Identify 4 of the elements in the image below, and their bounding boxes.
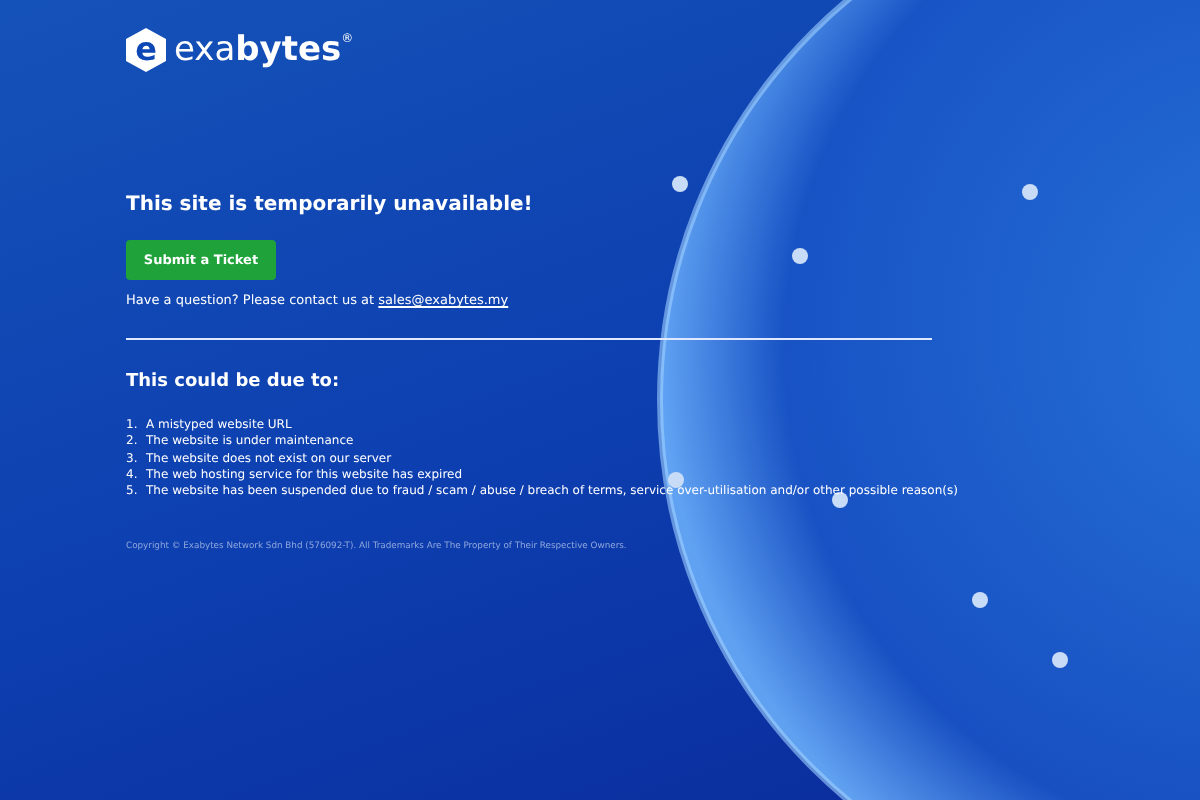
logo-wordmark: exabytes$^{®}$	[174, 33, 354, 67]
logo-icon: e	[126, 28, 166, 72]
headline: This site is temporarily unavailable!	[126, 194, 535, 216]
reasons-heading: This could be due to:	[126, 372, 342, 392]
